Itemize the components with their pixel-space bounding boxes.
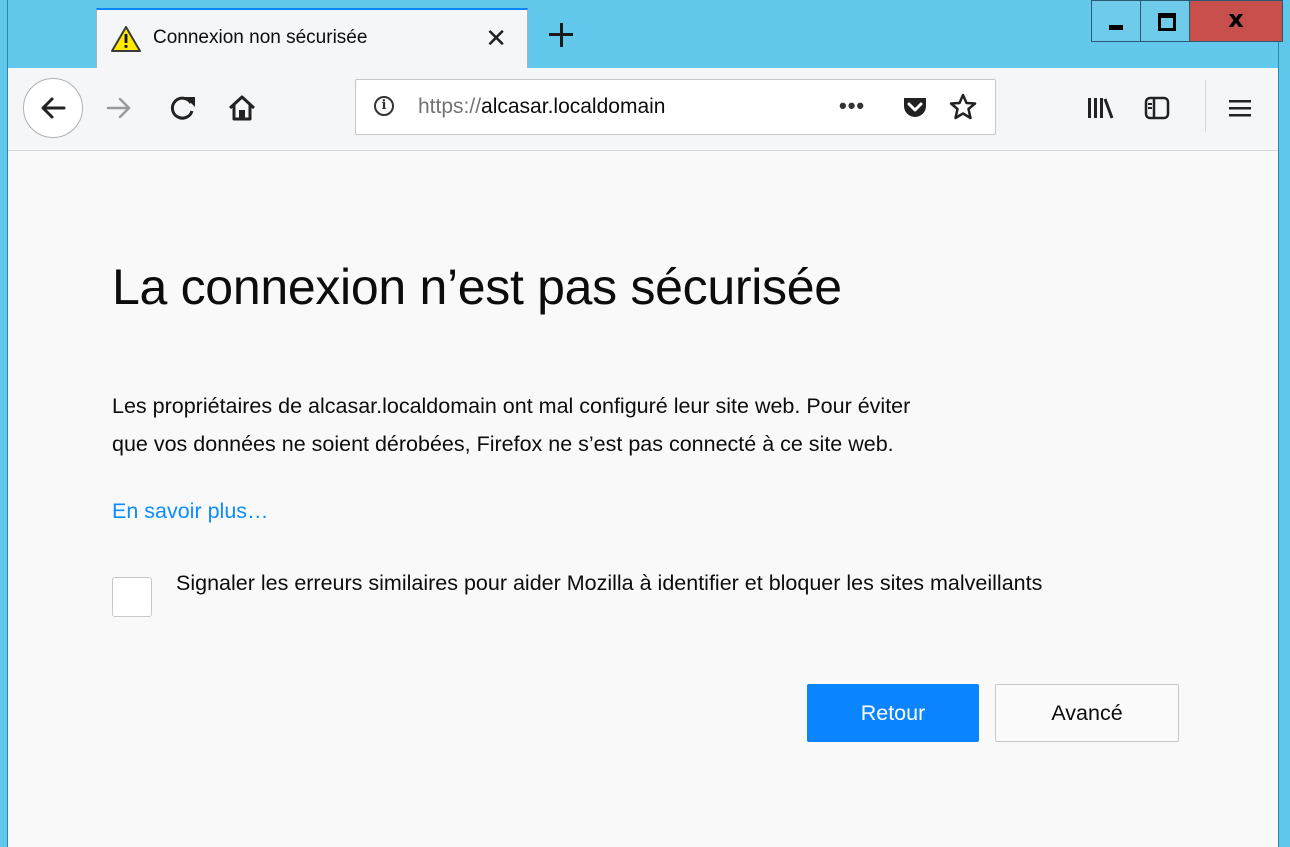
pocket-icon[interactable] xyxy=(901,93,929,121)
window-frame-right xyxy=(1278,0,1290,847)
tab-close-icon[interactable]: ✕ xyxy=(485,23,507,53)
back-arrow-icon xyxy=(41,97,66,119)
star-icon[interactable] xyxy=(948,92,978,122)
library-icon[interactable] xyxy=(1085,94,1115,122)
maximize-button[interactable] xyxy=(1140,0,1190,42)
error-page: La connexion n’est pas sécurisée Les pro… xyxy=(8,151,1278,847)
tab-title: Connexion non sécurisée xyxy=(153,27,368,48)
error-description: Les propriétaires de alcasar.localdomain… xyxy=(112,387,1202,463)
hamburger-menu-icon[interactable] xyxy=(1226,94,1254,122)
home-icon[interactable] xyxy=(226,92,258,124)
page-title: La connexion n’est pas sécurisée xyxy=(112,259,842,315)
learn-more-link[interactable]: En savoir plus… xyxy=(112,499,269,524)
minimize-icon xyxy=(1109,25,1123,30)
info-icon[interactable]: i xyxy=(374,96,394,116)
window-frame-left xyxy=(0,0,8,847)
close-icon: x xyxy=(1228,5,1244,33)
url-bar[interactable]: i https://alcasar.localdomain ••• xyxy=(355,79,996,135)
back-button[interactable] xyxy=(23,78,83,138)
report-errors-checkbox[interactable] xyxy=(112,577,152,617)
new-tab-plus-icon[interactable] xyxy=(546,20,576,50)
url-scheme: https:// xyxy=(418,95,482,118)
report-errors-label[interactable]: Signaler les erreurs similaires pour aid… xyxy=(176,564,1206,602)
forward-arrow-icon[interactable] xyxy=(104,93,134,123)
warning-triangle-icon xyxy=(111,26,141,52)
back-button-primary[interactable]: Retour xyxy=(807,684,979,742)
tab-active[interactable]: Connexion non sécurisée ✕ xyxy=(96,8,528,68)
minimize-button[interactable] xyxy=(1091,0,1141,42)
url-host: alcasar.localdomain xyxy=(481,95,666,118)
error-description-line-2: que vos données ne soient dérobées, Fire… xyxy=(112,432,894,456)
page-actions-icon[interactable]: ••• xyxy=(839,93,865,119)
advanced-button[interactable]: Avancé xyxy=(995,684,1179,742)
error-description-line-1: Les propriétaires de alcasar.localdomain… xyxy=(112,394,911,418)
maximize-icon xyxy=(1158,13,1176,31)
sidebar-icon[interactable] xyxy=(1143,94,1171,122)
close-window-button[interactable]: x xyxy=(1189,0,1283,42)
url-text[interactable]: https://alcasar.localdomain xyxy=(418,95,665,119)
navigation-toolbar: i https://alcasar.localdomain ••• xyxy=(8,68,1278,151)
reload-icon[interactable] xyxy=(168,93,198,123)
toolbar-divider xyxy=(1205,80,1206,132)
